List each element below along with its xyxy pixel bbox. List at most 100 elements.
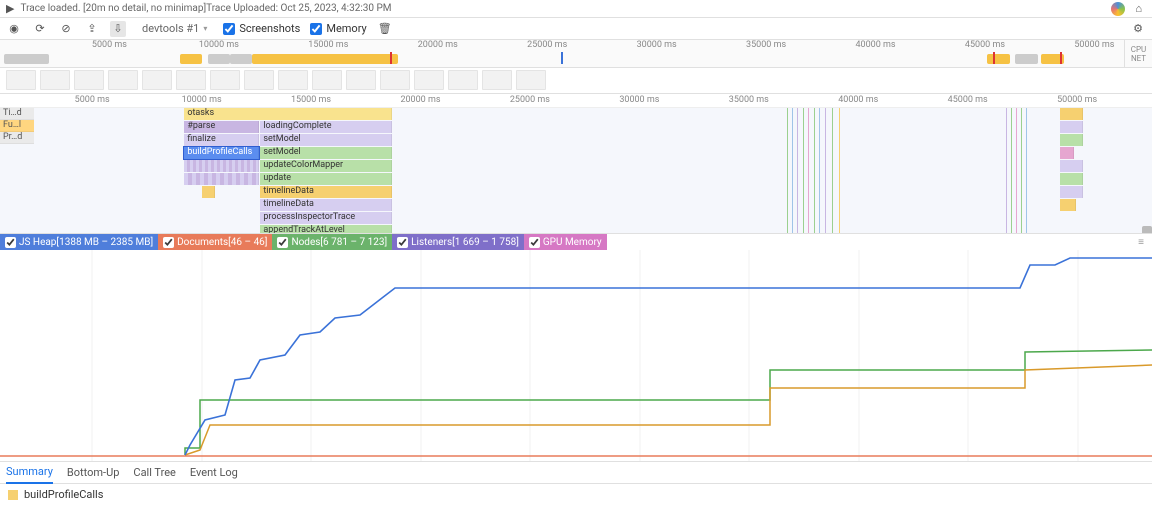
play-icon[interactable]: ▶ xyxy=(6,2,14,15)
ov-segment xyxy=(987,54,1009,64)
overview-side-labels: CPU NET xyxy=(1124,40,1152,68)
globe-icon[interactable] xyxy=(1111,2,1125,16)
screenshot-thumb[interactable] xyxy=(108,70,138,90)
screenshot-thumb[interactable] xyxy=(6,70,36,90)
flame-bar[interactable] xyxy=(184,160,259,172)
fl-tick: 20000 ms xyxy=(400,95,440,105)
reload-icon[interactable]: ⟳ xyxy=(32,21,48,37)
flame-bar[interactable] xyxy=(202,186,216,198)
flame-bar-timelinedata[interactable]: timelineData xyxy=(260,199,391,211)
counter-documents[interactable]: Documents[46 – 46] xyxy=(158,234,272,250)
flame-bar-buildprofilecalls[interactable]: buildProfileCalls xyxy=(184,147,259,159)
tab-bottomup[interactable]: Bottom-Up xyxy=(67,462,120,483)
ov-tick: 45000 ms xyxy=(965,40,1005,50)
fl-tick: 35000 ms xyxy=(729,95,769,105)
overview-marker xyxy=(1060,52,1062,64)
counter-label: Listeners[1 669 – 1 758] xyxy=(411,237,519,248)
overview-ruler: 5000 ms 10000 ms 15000 ms 20000 ms 25000… xyxy=(0,40,1152,52)
memory-counters: JS Heap[1388 MB – 2385 MB] Documents[46 … xyxy=(0,234,1152,250)
fl-tick: 15000 ms xyxy=(291,95,331,105)
home-icon[interactable]: ⌂ xyxy=(1135,2,1142,15)
screenshot-thumb[interactable] xyxy=(380,70,410,90)
flame-bar-setmodel[interactable]: setModel xyxy=(260,147,391,159)
flame-canvas[interactable]: otasks #parse finalize buildProfileCalls… xyxy=(0,108,1152,233)
settings-icon[interactable]: ⚙ xyxy=(1130,21,1146,37)
flame-bar[interactable] xyxy=(184,173,259,185)
ov-tick: 25000 ms xyxy=(527,40,567,50)
ov-segment xyxy=(252,54,398,64)
screenshot-thumb[interactable] xyxy=(40,70,70,90)
flame-ruler: 5000 ms 10000 ms 15000 ms 20000 ms 25000… xyxy=(0,94,1152,108)
flame-bar-parse[interactable]: #parse xyxy=(184,121,259,133)
counters-menu-icon[interactable]: ≡ xyxy=(1138,237,1152,248)
record-icon[interactable]: ◉ xyxy=(6,21,22,37)
tab-calltree[interactable]: Call Tree xyxy=(133,462,175,483)
ov-tick: 40000 ms xyxy=(855,40,895,50)
scrollbar-thumb[interactable] xyxy=(1142,226,1152,234)
cpu-label: CPU xyxy=(1131,45,1146,54)
flame-bar-update[interactable]: update xyxy=(260,173,391,185)
ov-tick: 30000 ms xyxy=(637,40,677,50)
memory-checkbox[interactable]: Memory xyxy=(310,22,366,35)
flame-bar-processinspectortrace[interactable]: processInspectorTrace xyxy=(260,212,391,224)
flame-bar-timelinedata[interactable]: timelineData xyxy=(260,186,391,198)
counter-label: Documents[46 – 46] xyxy=(177,237,267,248)
fl-tick: 50000 ms xyxy=(1057,95,1097,105)
download-icon[interactable]: ⇩ xyxy=(110,21,126,37)
screenshots-label: Screenshots xyxy=(239,22,300,35)
session-dropdown[interactable]: devtools #1 xyxy=(136,22,213,35)
counter-nodes[interactable]: Nodes[6 781 – 7 123] xyxy=(272,234,392,250)
overview-marker xyxy=(993,52,995,64)
overview-marker xyxy=(390,52,392,64)
net-label: NET xyxy=(1131,54,1146,63)
flame-bar-setmodel[interactable]: setModel xyxy=(260,134,391,146)
screenshot-thumb[interactable] xyxy=(176,70,206,90)
color-swatch xyxy=(8,490,18,500)
ov-segment xyxy=(180,54,202,64)
task-bar[interactable]: otasks xyxy=(184,108,391,120)
fl-tick: 10000 ms xyxy=(182,95,222,105)
fl-tick: 25000 ms xyxy=(510,95,550,105)
flame-chart[interactable]: 5000 ms 10000 ms 15000 ms 20000 ms 25000… xyxy=(0,94,1152,234)
overview-marker xyxy=(561,52,563,64)
upload-icon[interactable]: ⇪ xyxy=(84,21,100,37)
counter-gpu[interactable]: GPU Memory xyxy=(524,234,607,250)
collect-garbage-icon[interactable]: 🗑 xyxy=(377,21,393,37)
flame-bar-finalize[interactable]: finalize xyxy=(184,134,259,146)
status-text: Trace loaded. [20m no detail, no minimap… xyxy=(20,3,1111,14)
screenshot-thumb[interactable] xyxy=(142,70,172,90)
overview-body xyxy=(0,52,1122,68)
fl-tick: 40000 ms xyxy=(838,95,878,105)
memory-chart[interactable] xyxy=(0,250,1152,462)
ov-segment xyxy=(208,54,230,64)
flame-bar-appendtrackatlevel[interactable]: appendTrackAtLevel xyxy=(260,225,391,234)
screenshot-thumb[interactable] xyxy=(74,70,104,90)
ov-tick: 5000 ms xyxy=(92,40,127,50)
screenshot-thumb[interactable] xyxy=(516,70,546,90)
screenshot-thumb[interactable] xyxy=(244,70,274,90)
counter-jsheap[interactable]: JS Heap[1388 MB – 2385 MB] xyxy=(0,234,158,250)
ov-tick: 50000 ms xyxy=(1074,40,1114,50)
screenshot-strip[interactable] xyxy=(0,68,1152,94)
flame-bar-updatecolormapper[interactable]: updateColorMapper xyxy=(260,160,391,172)
timeline-overview[interactable]: 5000 ms 10000 ms 15000 ms 20000 ms 25000… xyxy=(0,40,1152,68)
track-label[interactable]: Fu…l xyxy=(0,120,34,132)
track-label[interactable]: Pr…d xyxy=(0,132,34,144)
ov-tick: 20000 ms xyxy=(418,40,458,50)
track-label[interactable]: Ti…d xyxy=(0,108,34,120)
screenshot-thumb[interactable] xyxy=(448,70,478,90)
screenshot-thumb[interactable] xyxy=(278,70,308,90)
fl-tick: 30000 ms xyxy=(619,95,659,105)
screenshot-thumb[interactable] xyxy=(312,70,342,90)
flame-bar-loadingcomplete[interactable]: loadingComplete xyxy=(260,121,391,133)
screenshot-thumb[interactable] xyxy=(210,70,240,90)
ov-segment xyxy=(1015,54,1037,64)
tab-eventlog[interactable]: Event Log xyxy=(190,462,238,483)
tab-summary[interactable]: Summary xyxy=(6,461,53,484)
screenshot-thumb[interactable] xyxy=(414,70,444,90)
screenshots-checkbox[interactable]: Screenshots xyxy=(223,22,300,35)
screenshot-thumb[interactable] xyxy=(346,70,376,90)
screenshot-thumb[interactable] xyxy=(482,70,512,90)
clear-icon[interactable]: ⊘ xyxy=(58,21,74,37)
counter-listeners[interactable]: Listeners[1 669 – 1 758] xyxy=(392,234,524,250)
